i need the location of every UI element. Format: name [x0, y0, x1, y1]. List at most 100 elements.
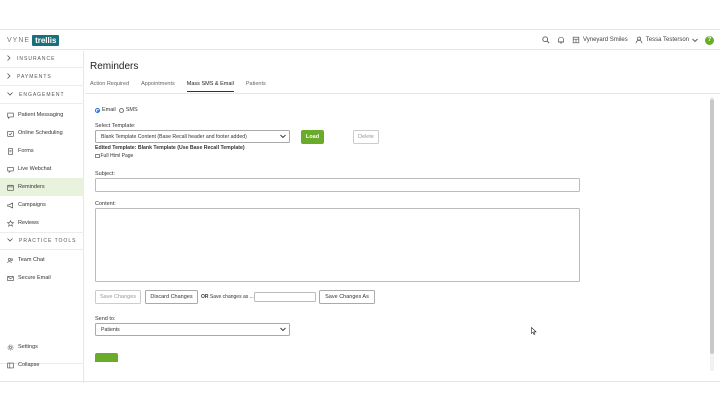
sidebar-item-reminders[interactable]: Reminders — [0, 178, 84, 196]
star-icon — [6, 219, 14, 227]
content-label: Content: — [95, 201, 116, 207]
channel-radio-group: Email SMS — [95, 107, 138, 113]
top-bar: VYNE trellis Vyneyard Smiles Tessa Teste… — [0, 30, 720, 50]
sidebar-item-live-webchat[interactable]: Live Webchat — [0, 160, 84, 178]
discard-changes-button[interactable]: Discard Changes — [145, 290, 198, 304]
sidebar-section-insurance[interactable]: INSURANCE — [0, 51, 84, 68]
app-window: VYNE trellis Vyneyard Smiles Tessa Teste… — [0, 29, 720, 383]
sidebar-item-team-chat[interactable]: Team Chat — [0, 251, 84, 269]
building-icon — [572, 36, 580, 44]
sidebar-item-label: Reviews — [18, 220, 39, 226]
template-select[interactable]: Blank Template Content (Base Recall head… — [95, 130, 290, 143]
chevron-down-icon — [280, 327, 286, 334]
edited-template-text: Edited Template: Blank Template (Use Bas… — [95, 145, 245, 151]
form-icon — [6, 147, 14, 155]
or-label: OR — [201, 294, 209, 300]
select-template-label: Select Template: — [95, 123, 136, 129]
sidebar-section-practice-tools[interactable]: PRACTICE TOOLS — [0, 233, 84, 250]
sidebar-section-label: ENGAGEMENT — [19, 92, 65, 98]
collapse-icon — [6, 361, 14, 369]
tab-appointments[interactable]: Appointments — [141, 81, 175, 92]
sms-radio-label[interactable]: SMS — [126, 107, 138, 113]
sidebar-item-label: Settings — [18, 344, 38, 350]
email-radio-label[interactable]: Email — [102, 107, 116, 113]
sidebar-item-settings[interactable]: Settings — [0, 338, 84, 356]
sidebar-item-label: Team Chat — [18, 257, 45, 263]
content-textarea[interactable] — [95, 208, 580, 282]
logo[interactable]: VYNE trellis — [7, 34, 60, 46]
gear-icon — [6, 343, 14, 351]
tab-patients[interactable]: Patients — [246, 81, 266, 92]
sidebar: INSURANCE PAYMENTS ENGAGEMENT Patient Me… — [0, 51, 84, 383]
tab-bar: Action Required Appointments Mass SMS & … — [90, 81, 266, 92]
sidebar-item-label: Online Scheduling — [18, 130, 63, 136]
save-changes-button[interactable]: Save Changes — [95, 290, 141, 304]
sidebar-item-forms[interactable]: Forms — [0, 142, 84, 160]
subject-input[interactable] — [95, 178, 580, 192]
sidebar-item-reviews[interactable]: Reviews — [0, 214, 84, 232]
chevron-right-icon — [7, 55, 11, 63]
save-as-name-input[interactable] — [254, 292, 316, 302]
load-button[interactable]: Load — [301, 130, 324, 144]
user-name: Tessa Testerson — [645, 37, 689, 43]
sidebar-item-label: Patient Messaging — [18, 112, 64, 118]
sidebar-section-label: PRACTICE TOOLS — [19, 238, 77, 244]
logo-vyne-text: VYNE — [7, 36, 31, 44]
chevron-down-icon — [7, 92, 13, 98]
practice-name: Vyneyard Smiles — [582, 37, 628, 43]
or-save-as-text: OR Save changes as ... — [201, 294, 254, 300]
megaphone-icon — [6, 201, 14, 209]
send-to-label: Send to: — [95, 316, 116, 322]
message-icon — [6, 111, 14, 119]
email-radio[interactable] — [95, 107, 100, 113]
chevron-right-icon — [7, 73, 11, 81]
save-changes-as-button[interactable]: Save Changes As — [319, 290, 375, 304]
sidebar-item-label: Campaigns — [18, 202, 46, 208]
mouse-cursor-icon — [531, 326, 537, 337]
top-right-controls: Vyneyard Smiles Tessa Testerson ? — [542, 34, 714, 46]
chevron-down-icon — [7, 238, 13, 244]
user-menu[interactable]: Tessa Testerson — [635, 36, 698, 44]
bell-icon[interactable] — [557, 36, 565, 44]
help-button[interactable]: ? — [705, 35, 714, 45]
sidebar-item-patient-messaging[interactable]: Patient Messaging — [0, 106, 84, 124]
user-icon — [635, 36, 643, 44]
sidebar-section-label: INSURANCE — [17, 56, 56, 62]
full-html-checkbox[interactable] — [95, 153, 100, 159]
email-icon — [6, 274, 14, 282]
send-to-value: Patients — [101, 326, 120, 333]
send-to-select[interactable]: Patients — [95, 323, 290, 336]
template-select-value: Blank Template Content (Base Recall head… — [101, 133, 247, 140]
search-icon[interactable] — [542, 36, 550, 44]
team-icon — [6, 256, 14, 264]
chevron-down-icon — [280, 134, 286, 141]
delete-button[interactable]: Delete — [353, 130, 379, 144]
chat-icon — [6, 165, 14, 173]
chevron-down-icon — [692, 38, 698, 43]
help-label: ? — [707, 37, 712, 43]
send-button[interactable] — [95, 353, 118, 362]
tabs-divider — [85, 93, 720, 94]
sms-radio[interactable] — [118, 107, 124, 113]
calendar-check-icon — [6, 129, 14, 137]
full-html-row: Full Html Page — [95, 153, 133, 159]
tab-action-required[interactable]: Action Required — [90, 81, 129, 92]
sidebar-section-engagement[interactable]: ENGAGEMENT — [0, 87, 84, 104]
save-as-label: Save changes as ... — [209, 294, 254, 300]
sidebar-item-online-scheduling[interactable]: Online Scheduling — [0, 124, 84, 142]
subject-label: Subject: — [95, 171, 115, 177]
sidebar-item-label: Live Webchat — [18, 166, 52, 172]
sidebar-item-label: Reminders — [18, 184, 45, 190]
sidebar-item-campaigns[interactable]: Campaigns — [0, 196, 84, 214]
page-title: Reminders — [90, 61, 139, 72]
sidebar-item-label: Forms — [18, 148, 34, 154]
full-html-label[interactable]: Full Html Page — [101, 153, 134, 159]
scrollbar-thumb[interactable] — [710, 99, 714, 354]
sidebar-item-secure-email[interactable]: Secure Email — [0, 269, 84, 287]
tab-mass-sms-email[interactable]: Mass SMS & Email — [186, 81, 234, 92]
practice-selector[interactable]: Vyneyard Smiles — [572, 36, 628, 44]
mass-message-form: Email SMS Select Template: Blank Templat… — [95, 101, 710, 383]
sidebar-item-label: Secure Email — [18, 275, 51, 281]
sidebar-item-collapse[interactable]: Collapse — [0, 356, 84, 374]
sidebar-section-payments[interactable]: PAYMENTS — [0, 69, 84, 86]
